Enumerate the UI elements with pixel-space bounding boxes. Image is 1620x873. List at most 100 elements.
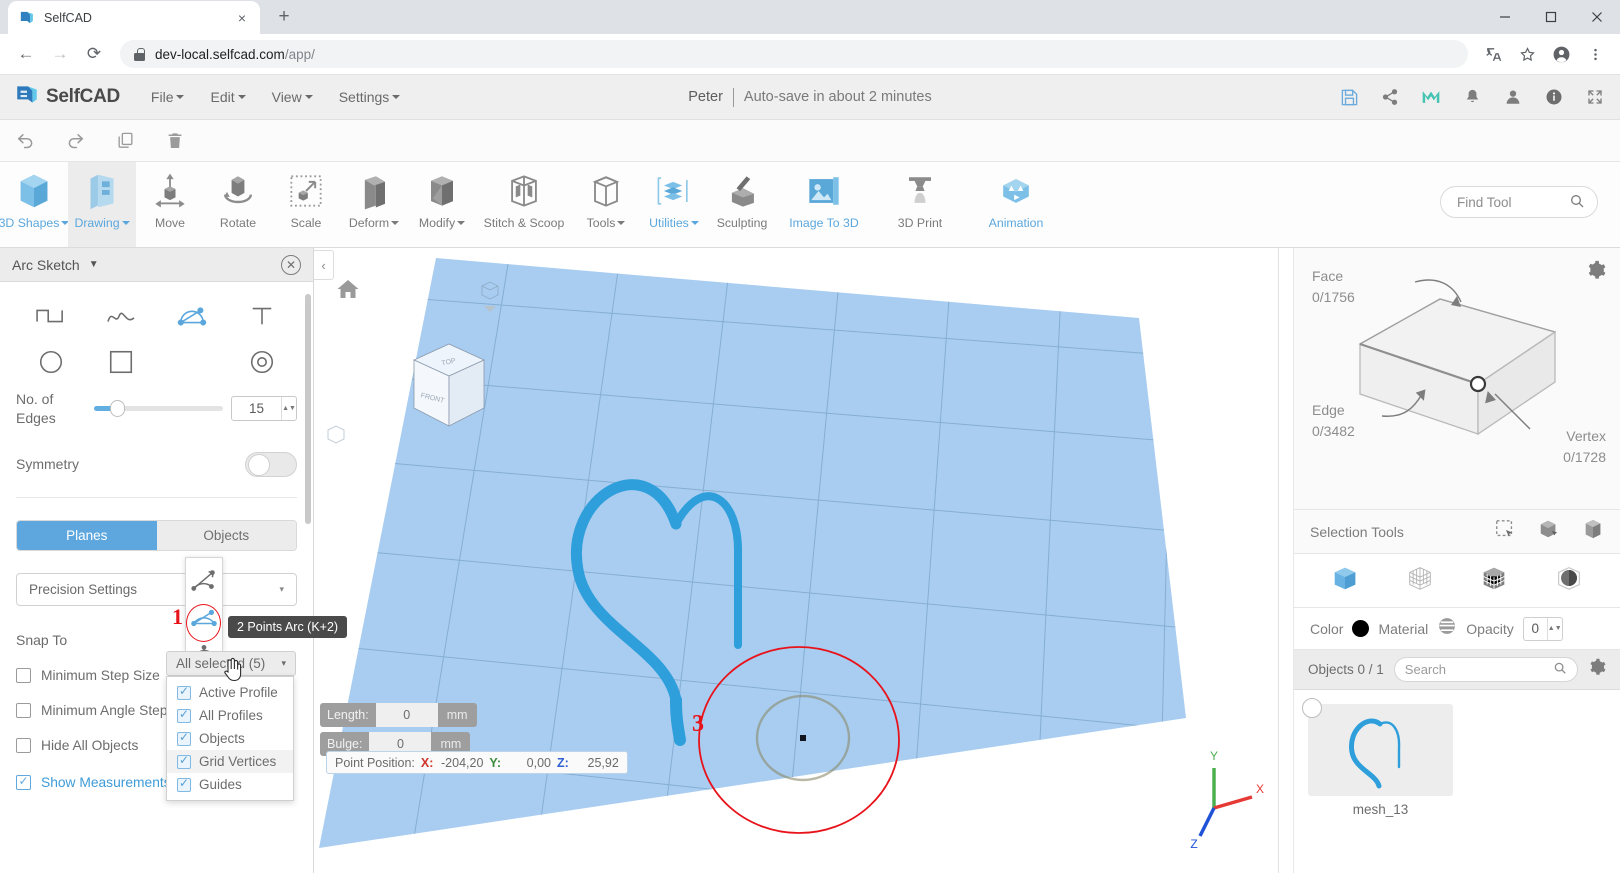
ribbon-scale[interactable]: Scale — [272, 162, 340, 247]
close-icon[interactable]: × — [234, 10, 250, 26]
mega-icon[interactable] — [1420, 86, 1442, 108]
menu-kebab-icon[interactable] — [1580, 39, 1610, 69]
ribbon-sculpting[interactable]: Sculpting — [708, 162, 776, 247]
redo-icon[interactable] — [58, 126, 92, 156]
save-icon[interactable] — [1338, 86, 1360, 108]
undo-icon[interactable] — [8, 126, 42, 156]
ribbon-deform[interactable]: Deform — [340, 162, 408, 247]
ribbon-stitch-scoop[interactable]: Stitch & Scoop — [476, 162, 572, 247]
snap-option-all-profiles[interactable]: All Profiles — [167, 704, 293, 727]
chevron-down-icon[interactable]: ▼ — [89, 259, 99, 270]
back-icon[interactable]: ← — [10, 38, 42, 70]
wireframe-mode-icon[interactable] — [1405, 563, 1435, 598]
spline-icon[interactable] — [96, 296, 146, 336]
mesh-mode-icon[interactable] — [1479, 563, 1509, 598]
bookmark-star-icon[interactable] — [1512, 39, 1542, 69]
checkbox-box[interactable] — [177, 730, 191, 746]
forward-icon[interactable]: → — [44, 38, 76, 70]
checkbox-box[interactable] — [16, 702, 31, 718]
close-window-icon[interactable] — [1574, 0, 1620, 34]
ribbon-animation[interactable]: Animation — [968, 162, 1064, 247]
objects-search-input[interactable]: Search — [1393, 657, 1578, 682]
reload-icon[interactable]: ⟳ — [78, 38, 110, 70]
menu-view[interactable]: View — [259, 83, 326, 111]
delete-icon[interactable] — [158, 126, 192, 156]
edges-value[interactable]: 15 — [232, 401, 281, 416]
checkbox-box[interactable] — [177, 707, 191, 723]
3d-viewport[interactable]: TOP FRONT 3 Y X Z ‹ Length: 0 mm Bulge: … — [314, 248, 1278, 873]
list-item[interactable]: mesh_13 — [1302, 698, 1453, 817]
checkbox-box[interactable] — [177, 753, 191, 769]
snap-option-guides[interactable]: Guides — [167, 773, 293, 796]
ribbon-3d-print[interactable]: 3D Print — [872, 162, 968, 247]
account-icon[interactable] — [1502, 86, 1524, 108]
edges-slider[interactable] — [94, 400, 223, 418]
object-mode-icon[interactable] — [1330, 563, 1360, 598]
minimize-icon[interactable] — [1482, 0, 1528, 34]
arc-options-dropdown-icon[interactable] — [167, 342, 217, 382]
collapse-panel-button[interactable]: ‹ — [314, 250, 334, 280]
checkbox-box[interactable] — [16, 667, 31, 683]
snap-option-objects[interactable]: Objects — [167, 727, 293, 750]
address-bar[interactable]: dev-local.selfcad.com/app/ — [120, 40, 1468, 68]
arc-icon[interactable] — [167, 296, 217, 336]
ribbon-rotate[interactable]: Rotate — [204, 162, 272, 247]
ribbon-3d-shapes[interactable]: 3D Shapes — [0, 162, 70, 247]
checkbox-box[interactable] — [177, 684, 191, 700]
snap-option-grid-vertices[interactable]: Grid Vertices — [167, 750, 293, 773]
edges-stepper[interactable]: 15 ▲▼ — [231, 396, 297, 422]
rectangle-icon[interactable] — [96, 342, 146, 382]
share-icon[interactable] — [1379, 86, 1401, 108]
three-points-arc-icon[interactable] — [188, 564, 220, 598]
ribbon-modify[interactable]: Modify — [408, 162, 476, 247]
stepper-arrows[interactable]: ▲▼ — [1546, 617, 1562, 640]
opacity-value[interactable]: 0 — [1524, 621, 1547, 636]
ribbon-drawing[interactable]: Drawing — [68, 162, 136, 247]
copy-icon[interactable] — [108, 126, 142, 156]
fullscreen-icon[interactable] — [1584, 86, 1606, 108]
length-value[interactable]: 0 — [375, 703, 438, 727]
slider-handle[interactable] — [110, 400, 125, 418]
info-icon[interactable] — [1543, 86, 1565, 108]
ring-icon[interactable] — [237, 342, 287, 382]
ribbon-move[interactable]: Move — [136, 162, 204, 247]
find-tool-input[interactable]: Find Tool — [1440, 186, 1598, 218]
polyline-icon[interactable] — [26, 296, 76, 336]
symmetry-toggle[interactable] — [245, 451, 297, 477]
segment-planes[interactable]: Planes — [17, 520, 157, 550]
translate-icon[interactable] — [1478, 39, 1508, 69]
menu-settings[interactable]: Settings — [326, 83, 414, 111]
object-thumbnail[interactable] — [1308, 704, 1453, 796]
through-select-icon[interactable] — [1582, 518, 1604, 545]
material-sphere-icon[interactable] — [1437, 616, 1457, 641]
color-swatch[interactable] — [1352, 620, 1370, 637]
profile-icon[interactable] — [1546, 39, 1576, 69]
ribbon-tools[interactable]: Tools — [572, 162, 640, 247]
panel-scrollbar[interactable] — [305, 294, 311, 524]
search-icon[interactable] — [1569, 193, 1585, 212]
close-icon[interactable]: ✕ — [281, 254, 301, 275]
stepper-arrows[interactable]: ▲▼ — [281, 397, 296, 421]
notifications-icon[interactable] — [1461, 86, 1483, 108]
checkbox-box[interactable] — [16, 774, 31, 790]
object-select-radio[interactable] — [1302, 698, 1322, 718]
rectangle-select-icon[interactable] — [1494, 518, 1516, 545]
menu-file[interactable]: File — [138, 83, 198, 111]
circle-icon[interactable] — [26, 342, 76, 382]
maximize-icon[interactable] — [1528, 0, 1574, 34]
browser-tab[interactable]: SelfCAD × — [8, 1, 260, 34]
segment-objects[interactable]: Objects — [156, 520, 296, 550]
home-icon[interactable] — [336, 278, 360, 305]
box-select-icon[interactable] — [1538, 518, 1560, 545]
gear-icon[interactable] — [1588, 658, 1606, 681]
text-icon[interactable] — [237, 296, 287, 336]
ribbon-image-to-3d[interactable]: Image To 3D — [776, 162, 872, 247]
checkbox-box[interactable] — [16, 737, 31, 753]
length-measure-box[interactable]: Length: 0 mm — [320, 703, 477, 727]
app-brand[interactable]: SelfCAD — [14, 82, 120, 113]
menu-edit[interactable]: Edit — [197, 83, 258, 111]
shaded-mode-icon[interactable] — [1554, 563, 1584, 598]
precision-settings-select[interactable]: Precision Settings ▾ — [16, 572, 297, 606]
new-tab-button[interactable]: + — [270, 3, 298, 31]
viewport-canvas[interactable]: TOP FRONT 3 Y X Z — [314, 248, 1278, 873]
